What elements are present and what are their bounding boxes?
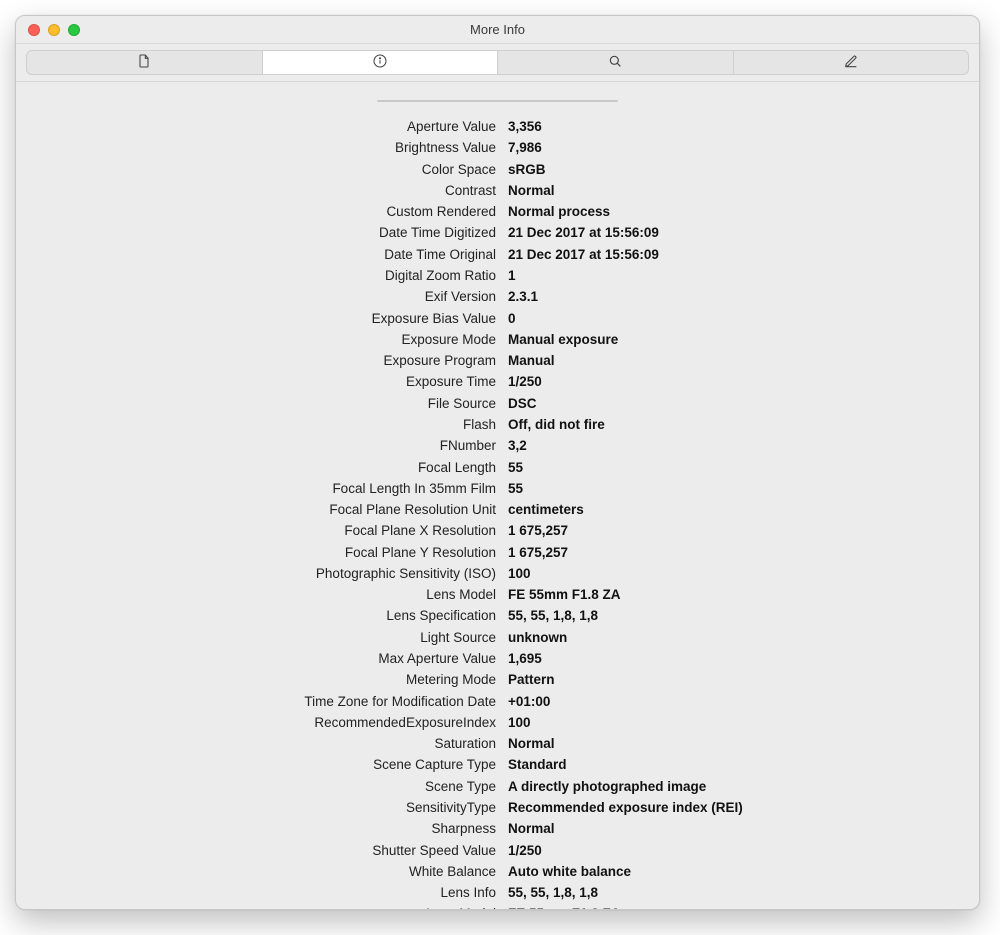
exif-label: Digital Zoom Ratio: [16, 267, 496, 286]
exif-value: Normal: [508, 735, 979, 754]
exif-label: Date Time Original: [16, 246, 496, 265]
titlebar: More Info: [16, 16, 979, 44]
exif-value: DSC: [508, 395, 979, 414]
exif-label: White Balance: [16, 863, 496, 882]
exif-value: 100: [508, 714, 979, 733]
exif-value: 55: [508, 459, 979, 478]
exif-value: 1 675,257: [508, 522, 979, 541]
document-icon: [136, 53, 152, 72]
exif-label: Exif Version: [16, 288, 496, 307]
exif-value: Manual exposure: [508, 331, 979, 350]
toolbar-tab-document[interactable]: [27, 51, 263, 74]
exif-value: sRGB: [508, 161, 979, 180]
exif-label: Focal Length: [16, 459, 496, 478]
exif-value: Pattern: [508, 671, 979, 690]
exif-label: Focal Plane X Resolution: [16, 522, 496, 541]
exif-label: Sharpness: [16, 820, 496, 839]
exif-value: Auto white balance: [508, 863, 979, 882]
toolbar-tab-search[interactable]: [498, 51, 734, 74]
exif-label: Light Source: [16, 629, 496, 648]
exif-value: Off, did not fire: [508, 416, 979, 435]
exif-value: unknown: [508, 629, 979, 648]
exif-value: centimeters: [508, 501, 979, 520]
exif-value: 0: [508, 310, 979, 329]
toolbar-tab-info[interactable]: [263, 51, 499, 74]
exif-value: FE 55mm F1.8 ZA: [508, 905, 979, 909]
pencil-icon: [843, 53, 859, 72]
exif-value: Standard: [508, 756, 979, 775]
exif-value: 1: [508, 267, 979, 286]
exif-value: 7,986: [508, 139, 979, 158]
exif-value: Normal: [508, 820, 979, 839]
metadata-tabs: General Exif IPTC TIFF: [377, 100, 619, 102]
exif-value: 1/250: [508, 373, 979, 392]
exif-value: FE 55mm F1.8 ZA: [508, 586, 979, 605]
exif-label: SensitivityType: [16, 799, 496, 818]
exif-value: 3,2: [508, 437, 979, 456]
toolbar-tab-edit[interactable]: [734, 51, 969, 74]
more-info-window: More Info: [15, 15, 980, 910]
info-icon: [372, 53, 388, 72]
minimize-window-button[interactable]: [48, 24, 60, 36]
exif-label: Lens Specification: [16, 607, 496, 626]
exif-label: Focal Plane Y Resolution: [16, 544, 496, 563]
close-window-button[interactable]: [28, 24, 40, 36]
exif-label: Exposure Program: [16, 352, 496, 371]
exif-value: Recommended exposure index (REI): [508, 799, 979, 818]
exif-label: Exposure Time: [16, 373, 496, 392]
exif-label: Max Aperture Value: [16, 650, 496, 669]
exif-label: Lens Model: [16, 905, 496, 909]
exif-value: 100: [508, 565, 979, 584]
exif-label: Focal Plane Resolution Unit: [16, 501, 496, 520]
exif-label: Exposure Bias Value: [16, 310, 496, 329]
exif-value: 1,695: [508, 650, 979, 669]
exif-label: Brightness Value: [16, 139, 496, 158]
exif-value: Manual: [508, 352, 979, 371]
content-area: General Exif IPTC TIFF Aperture Value 3,3…: [16, 82, 979, 909]
exif-properties-grid: Aperture Value 3,356 Brightness Value 7,986…: [16, 118, 979, 909]
exif-label: Shutter Speed Value: [16, 842, 496, 861]
exif-label: Date Time Digitized: [16, 224, 496, 243]
toolbar-segmented-control: [26, 50, 969, 75]
exif-value: 55, 55, 1,8, 1,8: [508, 607, 979, 626]
exif-value: 3,356: [508, 118, 979, 137]
exif-label: Scene Capture Type: [16, 756, 496, 775]
exif-value: 21 Dec 2017 at 15:56:09: [508, 246, 979, 265]
exif-label: Color Space: [16, 161, 496, 180]
exif-value: 55: [508, 480, 979, 499]
exif-label: Metering Mode: [16, 671, 496, 690]
window-title: More Info: [16, 22, 979, 37]
exif-label: Time Zone for Modification Date: [16, 693, 496, 712]
exif-label: Aperture Value: [16, 118, 496, 137]
exif-label: Custom Rendered: [16, 203, 496, 222]
exif-value: 2.3.1: [508, 288, 979, 307]
exif-value: +01:00: [508, 693, 979, 712]
exif-label: Photographic Sensitivity (ISO): [16, 565, 496, 584]
exif-value: 21 Dec 2017 at 15:56:09: [508, 224, 979, 243]
exif-label: RecommendedExposureIndex: [16, 714, 496, 733]
exif-label: Lens Info: [16, 884, 496, 903]
exif-label: Exposure Mode: [16, 331, 496, 350]
exif-value: 55, 55, 1,8, 1,8: [508, 884, 979, 903]
search-icon: [607, 53, 623, 72]
exif-label: Flash: [16, 416, 496, 435]
exif-value: Normal: [508, 182, 979, 201]
exif-label: Focal Length In 35mm Film: [16, 480, 496, 499]
toolbar: [16, 44, 979, 82]
exif-label: Saturation: [16, 735, 496, 754]
exif-label: Lens Model: [16, 586, 496, 605]
exif-value: A directly photographed image: [508, 778, 979, 797]
exif-value: 1 675,257: [508, 544, 979, 563]
window-controls: [16, 24, 80, 36]
exif-value: Normal process: [508, 203, 979, 222]
exif-label: Contrast: [16, 182, 496, 201]
exif-value: 1/250: [508, 842, 979, 861]
exif-label: File Source: [16, 395, 496, 414]
zoom-window-button[interactable]: [68, 24, 80, 36]
exif-label: Scene Type: [16, 778, 496, 797]
exif-label: FNumber: [16, 437, 496, 456]
